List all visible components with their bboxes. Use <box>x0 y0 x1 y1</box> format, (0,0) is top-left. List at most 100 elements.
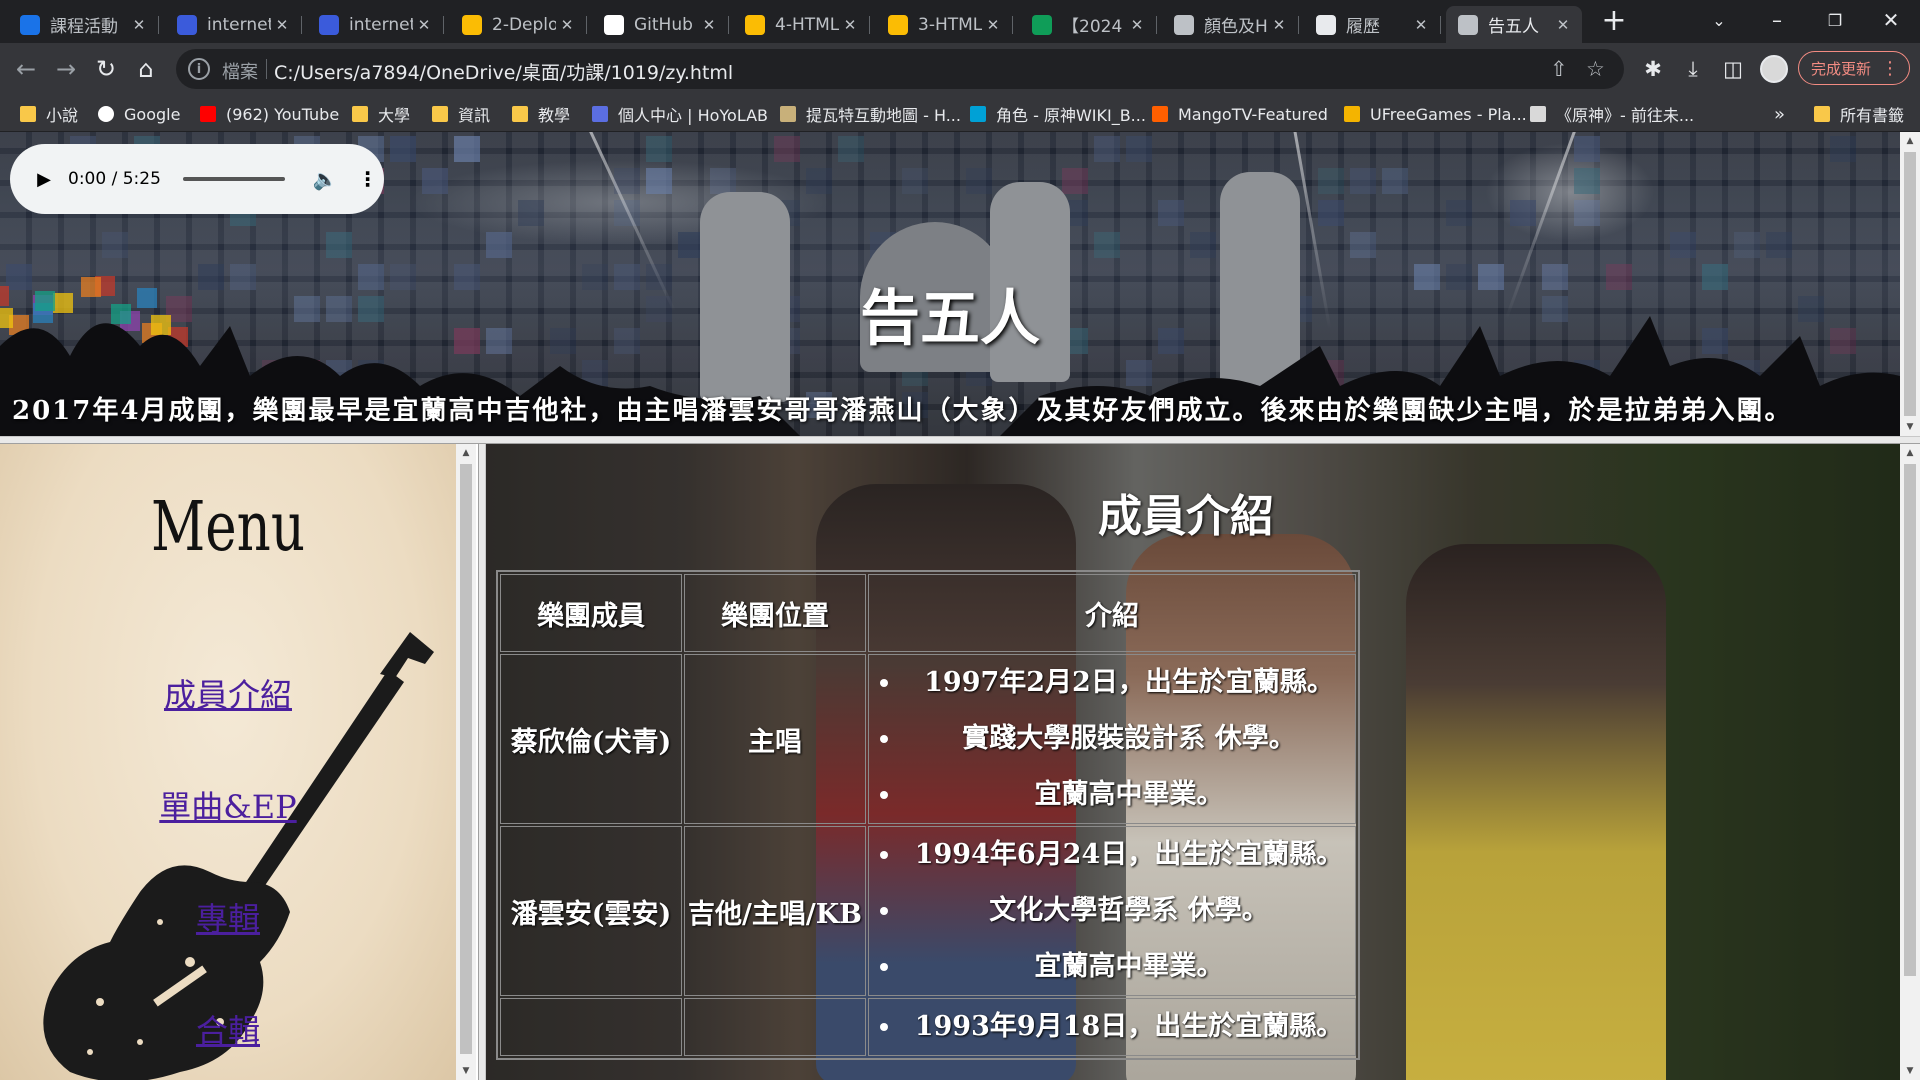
menu-link-albums[interactable]: 專輯 <box>0 894 456 940</box>
close-window-button[interactable]: ✕ <box>1862 0 1920 40</box>
bookmark-item[interactable]: 提瓦特互動地圖 - H... <box>780 102 961 126</box>
folder-icon <box>512 106 528 122</box>
tab-label: GitHub <box>634 14 693 35</box>
stage-light-tile <box>1126 136 1152 162</box>
tab-close-icon[interactable]: ✕ <box>1410 14 1432 36</box>
bookmark-item[interactable]: 小說 <box>20 102 78 126</box>
band-title: 告五人 <box>860 284 1040 354</box>
minimize-button[interactable]: – <box>1748 0 1806 40</box>
all-bookmarks-button[interactable]: 所有書籤 <box>1814 102 1904 126</box>
stage-light-tile <box>1830 136 1856 162</box>
menu-link-compilations[interactable]: 合輯 <box>0 1006 456 1052</box>
resume-icon <box>1316 14 1336 35</box>
browser-tab[interactable]: 課程活動 ✕ <box>8 6 159 43</box>
scroll-up-arrow[interactable]: ▲ <box>456 444 476 462</box>
scrollbar-thumb[interactable] <box>1904 152 1916 416</box>
browser-tab[interactable]: 顏色及H ✕ <box>1162 6 1299 43</box>
bookmarks-overflow-button[interactable]: » <box>1774 102 1785 126</box>
tab-search-button[interactable]: ⌄ <box>1690 0 1748 40</box>
bookmark-item[interactable]: 個人中心 | HoYoLAB <box>592 102 768 126</box>
stage-light-tile <box>1158 200 1184 226</box>
browser-tab[interactable]: internet ✕ <box>165 6 302 43</box>
bookmark-label: Google <box>124 104 181 124</box>
tab-close-icon[interactable]: ✕ <box>413 14 435 36</box>
intro-item: 1993年9月18日，出生於宜蘭縣。 <box>903 999 1355 1055</box>
tab-close-icon[interactable]: ✕ <box>556 14 578 36</box>
address-bar[interactable]: i 檔案 C:/Users/a7894/OneDrive/桌面/功課/1019/… <box>176 49 1624 89</box>
new-tab-button[interactable]: + <box>1598 6 1630 38</box>
scroll-up-arrow[interactable]: ▲ <box>1900 444 1920 462</box>
tab-close-icon[interactable]: ✕ <box>982 14 1004 36</box>
banner-scrollbar[interactable]: ▲ ▼ <box>1900 132 1920 436</box>
browser-tab[interactable]: GitHub ✕ <box>592 6 729 43</box>
browser-tab[interactable]: 4-HTML ✕ <box>733 6 870 43</box>
scrollbar-thumb[interactable] <box>460 464 472 1054</box>
intro-item: 文化大學哲學系 休學。 <box>903 883 1355 939</box>
share-icon[interactable]: ⇧ <box>1550 57 1568 81</box>
bookmark-item[interactable]: MangoTV-Featured <box>1152 102 1328 126</box>
scroll-down-arrow[interactable]: ▼ <box>1900 1062 1920 1080</box>
bookmark-item[interactable]: (962) YouTube <box>200 102 339 126</box>
menu-link-singles[interactable]: 單曲&EP <box>0 782 456 828</box>
browser-tab[interactable]: 3-HTML ✕ <box>876 6 1013 43</box>
scrollbar-thumb[interactable] <box>1904 464 1916 976</box>
bookmark-label: 個人中心 | HoYoLAB <box>618 106 769 125</box>
tab-close-icon[interactable]: ✕ <box>1126 14 1148 36</box>
audio-player[interactable]: ▶ 0:00 / 5:25 🔈 ⋮ <box>10 144 384 214</box>
restore-button[interactable]: ❐ <box>1806 0 1864 40</box>
stage-light-tile <box>1062 168 1088 194</box>
profile-avatar[interactable] <box>1760 55 1788 83</box>
tab-strip: 課程活動 ✕ internet ✕ internet ✕ 2-Deplo ✕ GitHub ✕ 4-… <box>0 0 1920 43</box>
tab-close-icon[interactable]: ✕ <box>271 14 293 36</box>
bookmark-item[interactable]: 教學 <box>512 102 570 126</box>
tab-close-icon[interactable]: ✕ <box>1268 14 1290 36</box>
frame-divider[interactable] <box>478 444 486 1080</box>
tab-close-icon[interactable]: ✕ <box>1552 14 1574 36</box>
browser-tab[interactable]: 【2024 ✕ <box>1020 6 1157 43</box>
tab-close-icon[interactable]: ✕ <box>128 14 150 36</box>
play-icon[interactable]: ▶ <box>30 165 58 193</box>
bookmark-label: (962) YouTube <box>226 104 340 124</box>
home-button[interactable]: ⌂ <box>130 53 162 85</box>
scroll-down-arrow[interactable]: ▼ <box>456 1062 476 1080</box>
bookmark-item[interactable]: Google <box>98 102 180 126</box>
audio-progress-slider[interactable] <box>182 177 285 181</box>
bookmark-label: 資訊 <box>458 106 491 125</box>
volume-icon[interactable]: 🔈 <box>313 167 338 191</box>
browser-tab[interactable]: 履歷 ✕ <box>1304 6 1441 43</box>
frame-divider[interactable] <box>0 436 1920 444</box>
browser-tab[interactable]: internet ✕ <box>307 6 444 43</box>
browser-tab[interactable]: 2-Deplo ✕ <box>450 6 587 43</box>
scroll-down-arrow[interactable]: ▼ <box>1900 418 1920 436</box>
tab-close-icon[interactable]: ✕ <box>839 14 861 36</box>
menu-link-members[interactable]: 成員介紹 <box>0 670 456 716</box>
tab-close-icon[interactable]: ✕ <box>698 14 720 36</box>
bookmark-item[interactable]: UFreeGames - Pla... <box>1344 102 1527 126</box>
forward-button[interactable]: → <box>50 53 82 85</box>
bookmark-item[interactable]: 大學 <box>352 102 410 126</box>
back-button[interactable]: ← <box>10 53 42 85</box>
bookmark-star-icon[interactable]: ☆ <box>1586 57 1605 81</box>
browser-tab[interactable]: 告五人 ✕ <box>1446 6 1582 43</box>
bookmark-item[interactable]: 資訊 <box>432 102 490 126</box>
extensions-icon[interactable]: ✱ <box>1638 54 1668 84</box>
bookmark-item[interactable]: 《原神》- 前往未... <box>1530 102 1694 126</box>
content-scrollbar[interactable]: ▲ ▼ <box>1900 444 1920 1080</box>
site-info-icon[interactable]: i <box>188 58 210 80</box>
address-url[interactable]: C:/Users/a7894/OneDrive/桌面/功課/1019/zy.ht… <box>274 58 733 85</box>
menu-scrollbar[interactable]: ▲ ▼ <box>456 444 476 1080</box>
bookmark-label: 角色 - 原神WIKI_B... <box>996 106 1146 125</box>
update-button[interactable]: 完成更新 ⋮ <box>1798 51 1910 85</box>
more-options-icon[interactable]: ⋮ <box>358 167 378 191</box>
stage-light-tile <box>1734 232 1760 258</box>
stage-light-tile <box>326 232 352 258</box>
intro-item: 1997年2月2日，出生於宜蘭縣。 <box>903 655 1355 711</box>
download-icon[interactable]: ⤓ <box>1678 54 1708 84</box>
scroll-up-arrow[interactable]: ▲ <box>1900 132 1920 150</box>
side-panel-icon[interactable]: ◫ <box>1718 54 1748 84</box>
mango-icon <box>1152 106 1168 122</box>
member-table: 樂團成員 樂團位置 介紹 蔡欣倫(犬青)主唱1997年2月2日，出生於宜蘭縣。實… <box>496 570 1360 1060</box>
stage-light-tile <box>838 136 864 162</box>
bookmark-item[interactable]: 角色 - 原神WIKI_B... <box>970 102 1146 126</box>
reload-button[interactable]: ↻ <box>90 53 122 85</box>
